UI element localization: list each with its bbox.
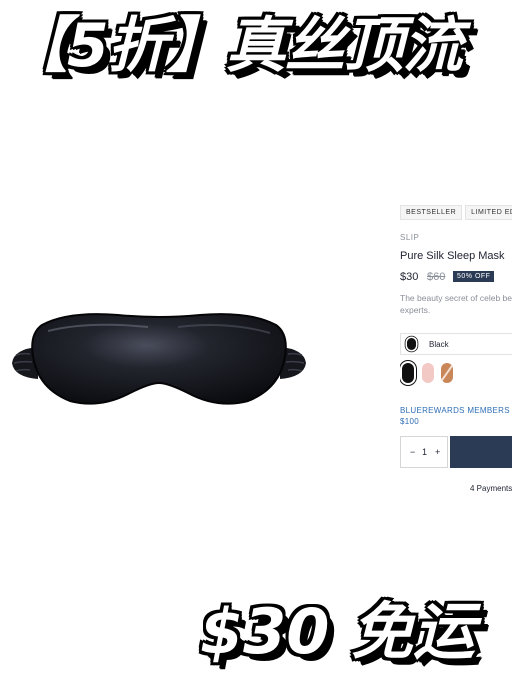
brand-name[interactable]: SLIP <box>400 233 419 242</box>
increment-button[interactable]: + <box>435 447 440 457</box>
selected-color-label: Black <box>429 340 449 349</box>
add-to-cart-button[interactable] <box>450 436 512 468</box>
selected-color-swatch <box>407 338 416 350</box>
decrement-button[interactable]: − <box>410 447 415 457</box>
promo-headline: 【5折】真丝顶流 <box>8 11 463 81</box>
original-price: $60 <box>427 271 446 283</box>
promo-price-footer: $30 免运 <box>200 595 476 668</box>
product-description: The beauty secret of celeb beauty expert… <box>400 293 512 315</box>
swatch-black[interactable] <box>402 363 414 383</box>
quantity-stepper[interactable]: − 1 + <box>400 436 448 468</box>
sale-price: $30 <box>400 271 419 283</box>
product-title: Pure Silk Sleep Mask <box>400 250 505 262</box>
product-panel: BESTSELLER LIMITED ED SLIP Pure Silk Slee… <box>400 200 512 500</box>
swatch-copper[interactable] <box>441 363 453 383</box>
payments-text: 4 Payments <box>470 484 512 493</box>
limited-edition-badge: LIMITED ED <box>465 205 512 220</box>
color-selector[interactable]: Black <box>400 333 512 355</box>
rewards-link[interactable]: BLUEREWARDS MEMBERS UP TO $100 <box>400 405 512 427</box>
swatch-pink[interactable] <box>422 363 434 383</box>
sleep-mask-image <box>12 313 306 405</box>
bestseller-badge: BESTSELLER <box>400 205 463 220</box>
badge-row: BESTSELLER LIMITED ED <box>400 201 512 220</box>
discount-badge: 50% OFF <box>453 271 495 282</box>
quantity-value[interactable]: 1 <box>422 447 427 457</box>
